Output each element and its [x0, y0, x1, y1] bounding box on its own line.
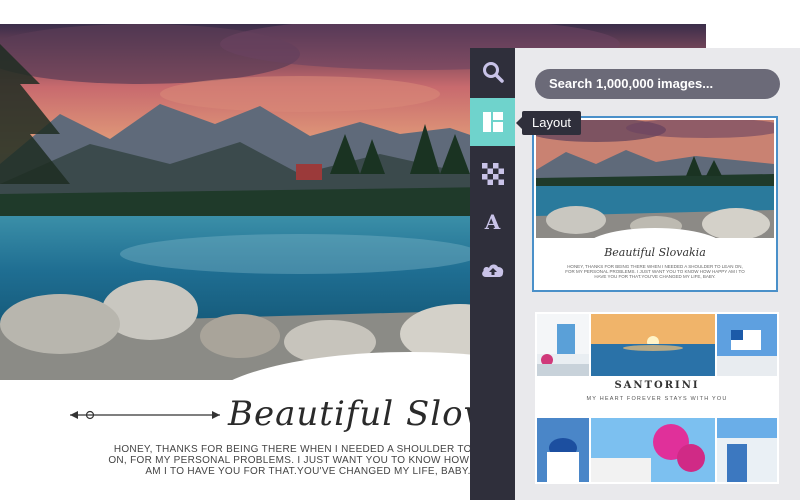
- tool-sidebar: A: [470, 48, 515, 500]
- thumbnail-subtitle: MY HEART FOREVER STAYS WITH YOU: [586, 396, 728, 402]
- background-tool-button[interactable]: [470, 150, 515, 198]
- thumbnail-body: HONEY, THANKS FOR BEING THERE WHEN I NEE…: [565, 264, 745, 279]
- grid-photo: [537, 418, 589, 482]
- grid-photo: [591, 418, 715, 482]
- grid-photo: [591, 314, 715, 376]
- layout-thumbnail-slovakia[interactable]: Beautiful Slovakia HONEY, THANKS FOR BEI…: [532, 116, 778, 292]
- title-row: Beautiful Slovakia: [70, 394, 559, 438]
- canvas-body-text[interactable]: HONEY, THANKS FOR BEING THERE WHEN I NEE…: [108, 444, 508, 477]
- layout-tooltip: Layout: [515, 111, 582, 135]
- thumbnail-title: SANTORINI: [614, 380, 700, 391]
- upload-tool-button[interactable]: [470, 246, 515, 294]
- text-icon: A: [484, 210, 501, 234]
- grid-photo: [537, 314, 589, 376]
- layout-tool-button[interactable]: [470, 98, 515, 146]
- layout-thumbnail-santorini[interactable]: SANTORINI MY HEART FOREVER STAYS WITH YO…: [535, 312, 779, 484]
- image-search-input[interactable]: Search 1,000,000 images...: [535, 69, 780, 99]
- thumbnail-title: Beautiful Slovakia: [604, 246, 706, 259]
- grid-photo: [717, 314, 777, 376]
- search-icon: [482, 62, 504, 83]
- editor-panel: A Search 1,000,000 images... Beautiful S…: [470, 48, 800, 500]
- grid-photo: [717, 418, 777, 482]
- cloud-upload-icon: [481, 264, 503, 277]
- thumbnail-photo: [536, 120, 774, 238]
- arrow-ornament-icon: [70, 410, 220, 420]
- text-tool-button[interactable]: A: [470, 198, 515, 246]
- checkerboard-icon: [481, 163, 504, 185]
- search-tool-button[interactable]: [470, 48, 515, 96]
- thumbnail-photo-grid: SANTORINI MY HEART FOREVER STAYS WITH YO…: [535, 312, 779, 484]
- layout-icon: [482, 112, 503, 132]
